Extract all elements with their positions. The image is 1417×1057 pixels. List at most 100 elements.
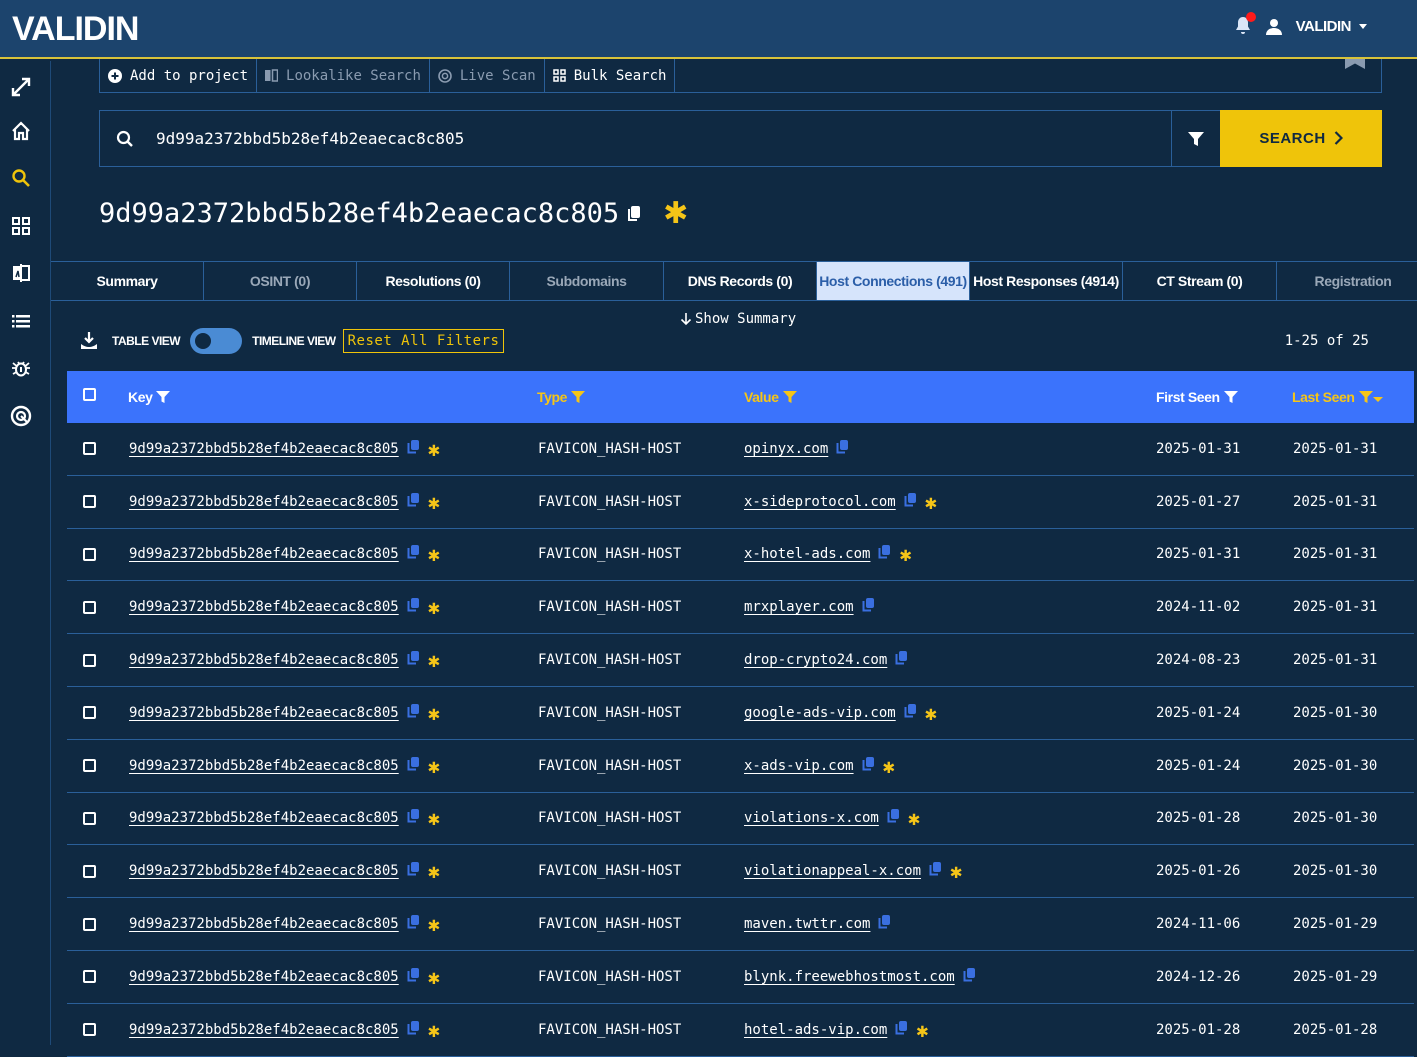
bookmark-icon[interactable]	[1345, 59, 1365, 69]
search-filter-button[interactable]	[1171, 111, 1220, 166]
row-checkbox[interactable]	[83, 706, 96, 720]
row-checkbox[interactable]	[83, 759, 96, 773]
star-icon[interactable]: ✱	[428, 650, 440, 670]
row-checkbox[interactable]	[83, 917, 96, 931]
star-icon[interactable]: ✱	[925, 703, 937, 723]
tab-osint[interactable]: OSINT (0)	[204, 262, 357, 300]
bulk-search-button[interactable]: Bulk Search	[545, 59, 676, 92]
star-icon[interactable]: ✱	[428, 439, 440, 459]
star-icon[interactable]: ✱	[899, 544, 911, 564]
row-checkbox[interactable]	[83, 1023, 96, 1037]
star-icon[interactable]: ✱	[428, 544, 440, 564]
row-checkbox[interactable]	[83, 864, 96, 878]
key-link[interactable]: 9d99a2372bbd5b28ef4b2eaecac8c805	[129, 969, 399, 985]
column-key[interactable]: Key	[128, 389, 171, 405]
value-link[interactable]: violationappeal-x.com	[744, 863, 921, 879]
star-icon[interactable]: ✱	[428, 808, 440, 828]
view-toggle[interactable]	[190, 328, 243, 354]
row-checkbox[interactable]	[83, 495, 96, 509]
download-icon[interactable]	[80, 331, 98, 351]
filter-icon[interactable]	[1358, 390, 1373, 404]
star-icon[interactable]: ✱	[428, 914, 440, 934]
key-link[interactable]: 9d99a2372bbd5b28ef4b2eaecac8c805	[129, 546, 399, 562]
tab-host-responses[interactable]: Host Responses (4914)	[970, 262, 1123, 300]
row-checkbox[interactable]	[83, 547, 96, 561]
key-link[interactable]: 9d99a2372bbd5b28ef4b2eaecac8c805	[129, 916, 399, 932]
sort-desc-icon[interactable]	[1372, 396, 1383, 404]
star-icon[interactable]: ✱	[916, 1020, 928, 1040]
tab-dns-records[interactable]: DNS Records (0)	[664, 262, 817, 300]
tab-resolutions[interactable]: Resolutions (0)	[357, 262, 510, 300]
value-link[interactable]: x-ads-vip.com	[744, 758, 854, 774]
reset-filters-button[interactable]: Reset All Filters	[342, 329, 505, 353]
value-link[interactable]: google-ads-vip.com	[744, 705, 896, 721]
chevron-down-icon[interactable]	[1359, 23, 1367, 29]
copy-icon[interactable]	[627, 205, 641, 222]
home-icon[interactable]	[9, 119, 33, 143]
filter-icon[interactable]	[156, 390, 171, 404]
key-link[interactable]: 9d99a2372bbd5b28ef4b2eaecac8c805	[129, 705, 399, 721]
add-to-project-button[interactable]: Add to project	[100, 59, 258, 92]
logo[interactable]: VALIDIN	[12, 10, 139, 49]
key-link[interactable]: 9d99a2372bbd5b28ef4b2eaecac8c805	[129, 652, 399, 668]
copy-icon[interactable]	[862, 756, 875, 775]
copy-icon[interactable]	[407, 967, 420, 986]
key-link[interactable]: 9d99a2372bbd5b28ef4b2eaecac8c805	[129, 441, 399, 457]
star-icon[interactable]: ✱	[428, 597, 440, 617]
live-scan-button[interactable]: Live Scan	[430, 59, 545, 92]
tab-subdomains[interactable]: Subdomains	[510, 262, 664, 300]
copy-icon[interactable]	[895, 651, 908, 669]
user-menu[interactable]: VALIDIN	[1296, 18, 1352, 35]
row-checkbox[interactable]	[83, 442, 96, 456]
filter-icon[interactable]	[571, 390, 586, 404]
star-icon[interactable]: ✱	[428, 756, 440, 776]
star-icon[interactable]: ✱	[908, 808, 920, 828]
list-icon[interactable]	[9, 309, 33, 333]
star-icon[interactable]: ✱	[428, 703, 440, 723]
select-all-checkbox[interactable]	[83, 388, 96, 401]
copy-icon[interactable]	[836, 439, 849, 458]
key-link[interactable]: 9d99a2372bbd5b28ef4b2eaecac8c805	[129, 599, 399, 615]
value-link[interactable]: drop-crypto24.com	[744, 652, 887, 668]
value-link[interactable]: blynk.freewebhostmost.com	[744, 969, 955, 985]
star-icon[interactable]: ✱	[428, 492, 440, 512]
copy-icon[interactable]	[862, 598, 875, 616]
value-link[interactable]: maven.twttr.com	[744, 916, 870, 932]
column-last-seen[interactable]: Last Seen	[1292, 389, 1383, 405]
show-summary-button[interactable]: Show Summary	[680, 311, 796, 327]
key-link[interactable]: 9d99a2372bbd5b28ef4b2eaecac8c805	[129, 758, 399, 774]
search-icon[interactable]	[9, 166, 33, 190]
copy-icon[interactable]	[407, 598, 420, 616]
search-input[interactable]	[150, 129, 1171, 148]
search-button[interactable]: SEARCH	[1220, 109, 1382, 167]
bug-icon[interactable]	[9, 356, 33, 380]
copy-icon[interactable]	[407, 439, 420, 458]
value-link[interactable]: violations-x.com	[744, 810, 879, 826]
star-icon[interactable]: ✱	[925, 492, 937, 512]
copy-icon[interactable]	[963, 967, 976, 986]
tab-host-connections[interactable]: Host Connections (491)	[817, 262, 970, 300]
copy-icon[interactable]	[407, 1020, 420, 1039]
key-link[interactable]: 9d99a2372bbd5b28ef4b2eaecac8c805	[129, 863, 399, 879]
copy-icon[interactable]	[407, 492, 420, 511]
copy-icon[interactable]	[887, 809, 900, 827]
star-icon[interactable]: ✱	[663, 196, 688, 231]
notification-bell-icon[interactable]	[1234, 12, 1256, 36]
row-checkbox[interactable]	[83, 970, 96, 984]
copy-icon[interactable]	[878, 545, 891, 563]
copy-icon[interactable]	[407, 545, 420, 563]
row-checkbox[interactable]	[83, 653, 96, 667]
copy-icon[interactable]	[878, 915, 891, 933]
column-type[interactable]: Type	[537, 389, 586, 405]
copy-icon[interactable]	[407, 809, 420, 827]
star-icon[interactable]: ✱	[428, 861, 440, 881]
star-icon[interactable]: ✱	[428, 967, 440, 987]
star-icon[interactable]: ✱	[428, 1020, 440, 1040]
copy-icon[interactable]	[407, 703, 420, 722]
copy-icon[interactable]	[929, 862, 942, 880]
column-first-seen[interactable]: First Seen	[1156, 389, 1238, 405]
expand-icon[interactable]	[9, 75, 33, 99]
value-link[interactable]: opinyx.com	[744, 441, 828, 457]
value-link[interactable]: mrxplayer.com	[744, 599, 854, 615]
key-link[interactable]: 9d99a2372bbd5b28ef4b2eaecac8c805	[129, 494, 399, 510]
